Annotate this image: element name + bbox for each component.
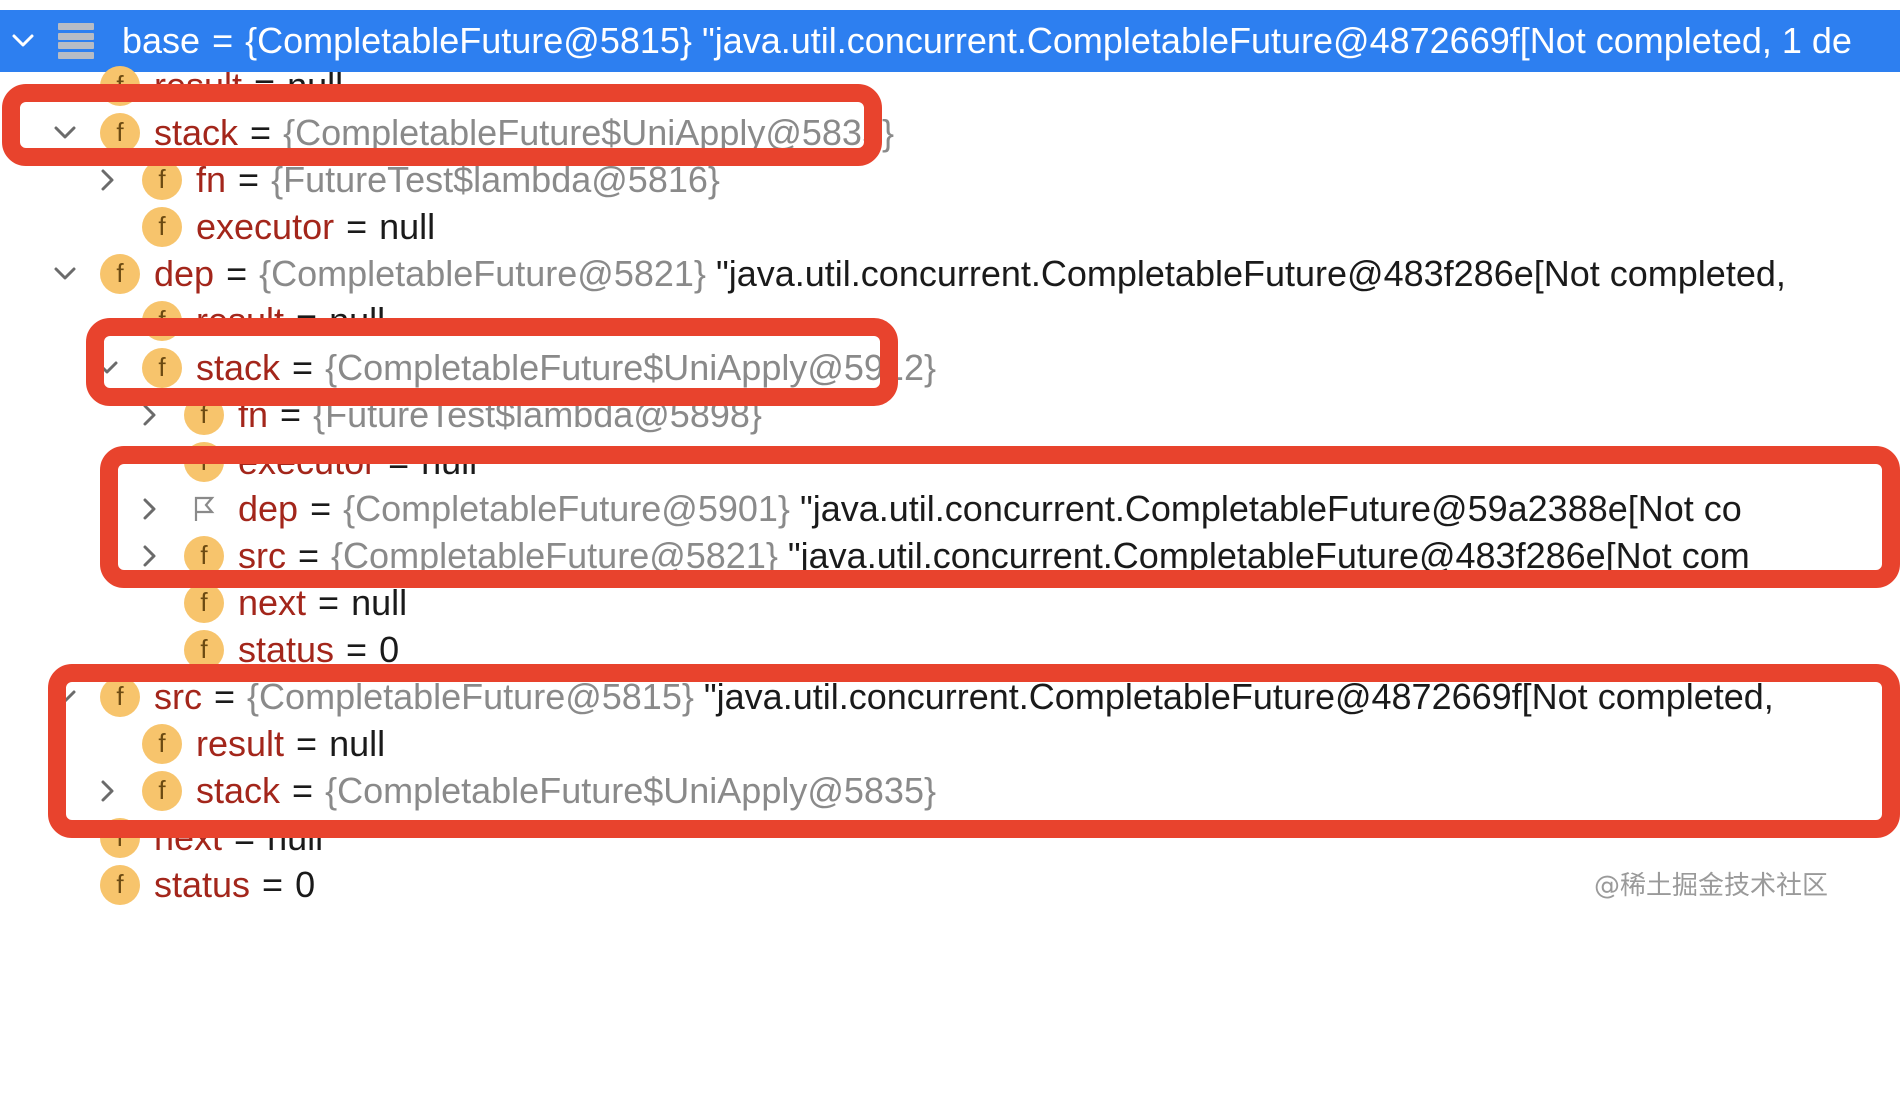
chevron-down-icon[interactable]: [8, 26, 38, 56]
object-ref: {CompletableFuture$UniApply@5912}: [325, 346, 936, 388]
field-icon: f: [184, 535, 224, 576]
field-name: fn: [238, 393, 269, 435]
equals-sign: =: [296, 722, 318, 764]
object-tostring: "java.util.concurrent.CompletableFuture@…: [799, 487, 1742, 529]
equals-sign: =: [388, 440, 410, 482]
field-value: null: [267, 816, 324, 858]
chevron-down-icon[interactable]: [50, 259, 80, 289]
field-value: null: [351, 581, 408, 623]
chevron-right-icon[interactable]: [134, 541, 164, 571]
field-name: base: [122, 20, 201, 61]
field-icon: f: [142, 770, 182, 811]
object-ref: {FutureTest$lambda@5816}: [271, 158, 720, 200]
field-name: executor: [196, 205, 335, 247]
field-name: src: [238, 534, 286, 576]
chevron-down-icon[interactable]: [92, 353, 122, 383]
object-tostring: "java.util.concurrent.CompletableFuture@…: [715, 252, 1786, 294]
watermark: @稀土掘金技术社区: [1593, 871, 1828, 901]
object-ref: {CompletableFuture@5815}: [245, 20, 692, 61]
field-name: next: [238, 581, 307, 623]
equals-sign: =: [214, 675, 236, 717]
field-icon: f: [100, 253, 140, 294]
equals-sign: =: [254, 64, 276, 106]
equals-sign: =: [292, 346, 314, 388]
equals-sign: =: [238, 158, 260, 200]
field-icon: f: [100, 65, 140, 106]
equals-sign: =: [298, 534, 320, 576]
object-ref: {CompletableFuture@5815}: [247, 675, 694, 717]
object-tostring: "java.util.concurrent.CompletableFuture@…: [703, 675, 1774, 717]
flag-icon: [184, 489, 224, 529]
field-value: null: [287, 64, 344, 106]
object-ref: {CompletableFuture@5901}: [343, 487, 790, 529]
field-name: result: [196, 299, 285, 341]
chevron-right-icon[interactable]: [134, 494, 164, 524]
field-icon: f: [100, 112, 140, 153]
field-icon: f: [142, 159, 182, 200]
field-icon: f: [184, 441, 224, 482]
equals-sign: =: [250, 111, 272, 153]
chevron-right-icon[interactable]: [92, 165, 122, 195]
equals-sign: =: [262, 863, 284, 905]
field-name: status: [154, 863, 251, 905]
object-ref: {FutureTest$lambda@5898}: [313, 393, 762, 435]
object-ref: {CompletableFuture@5821}: [259, 252, 706, 294]
variables-tree: base = {CompletableFuture@5815} "java.util.…: [0, 0, 1900, 1102]
equals-sign: =: [280, 393, 302, 435]
field-icon: f: [184, 394, 224, 435]
list-icon: [58, 23, 94, 59]
field-name: src: [154, 675, 202, 717]
equals-sign: =: [318, 581, 340, 623]
equals-sign: =: [346, 205, 368, 247]
field-name: fn: [196, 158, 227, 200]
chevron-right-icon[interactable]: [134, 400, 164, 430]
chevron-right-icon[interactable]: [92, 776, 122, 806]
field-value: 0: [295, 863, 316, 905]
equals-sign: =: [226, 252, 248, 294]
field-name: stack: [196, 769, 281, 811]
equals-sign: =: [310, 487, 332, 529]
equals-sign: =: [234, 816, 256, 858]
field-value: 0: [379, 628, 400, 670]
field-name: next: [154, 816, 223, 858]
object-ref: {CompletableFuture$UniApply@5835}: [283, 111, 894, 153]
field-icon: f: [100, 864, 140, 905]
field-name: dep: [238, 487, 299, 529]
chevron-down-icon[interactable]: [50, 682, 80, 712]
field-name: stack: [196, 346, 281, 388]
field-name: status: [238, 628, 335, 670]
object-ref: {CompletableFuture$UniApply@5835}: [325, 769, 936, 811]
field-icon: f: [142, 206, 182, 247]
field-icon: f: [142, 723, 182, 764]
equals-sign: =: [346, 628, 368, 670]
chevron-down-icon[interactable]: [50, 118, 80, 148]
equals-sign: =: [296, 299, 318, 341]
field-icon: f: [184, 629, 224, 670]
field-name: executor: [238, 440, 377, 482]
field-value: null: [379, 205, 436, 247]
field-icon: f: [142, 347, 182, 388]
field-value: null: [329, 299, 386, 341]
object-tostring: "java.util.concurrent.CompletableFuture@…: [787, 534, 1750, 576]
equals-sign: =: [292, 769, 314, 811]
field-name: result: [154, 64, 243, 106]
object-ref: {CompletableFuture@5821}: [331, 534, 778, 576]
equals-sign: =: [212, 20, 234, 61]
field-value: null: [329, 722, 386, 764]
field-icon: f: [100, 676, 140, 717]
field-icon: f: [100, 817, 140, 858]
field-name: dep: [154, 252, 215, 294]
field-value: null: [421, 440, 478, 482]
field-icon: f: [184, 582, 224, 623]
object-tostring: "java.util.concurrent.CompletableFuture@…: [701, 20, 1852, 61]
field-name: result: [196, 722, 285, 764]
field-name: stack: [154, 111, 239, 153]
field-icon: f: [142, 300, 182, 341]
